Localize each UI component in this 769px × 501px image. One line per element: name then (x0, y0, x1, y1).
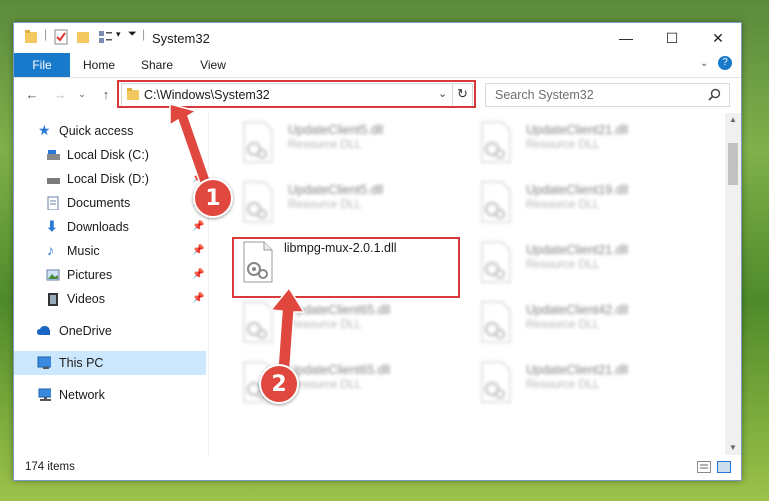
arrow-1 (169, 103, 213, 190)
arrow-2 (269, 286, 306, 369)
step-1-badge: 1 (193, 178, 233, 218)
annotation-arrows (169, 103, 306, 369)
step-2-badge: 2 (259, 364, 299, 404)
